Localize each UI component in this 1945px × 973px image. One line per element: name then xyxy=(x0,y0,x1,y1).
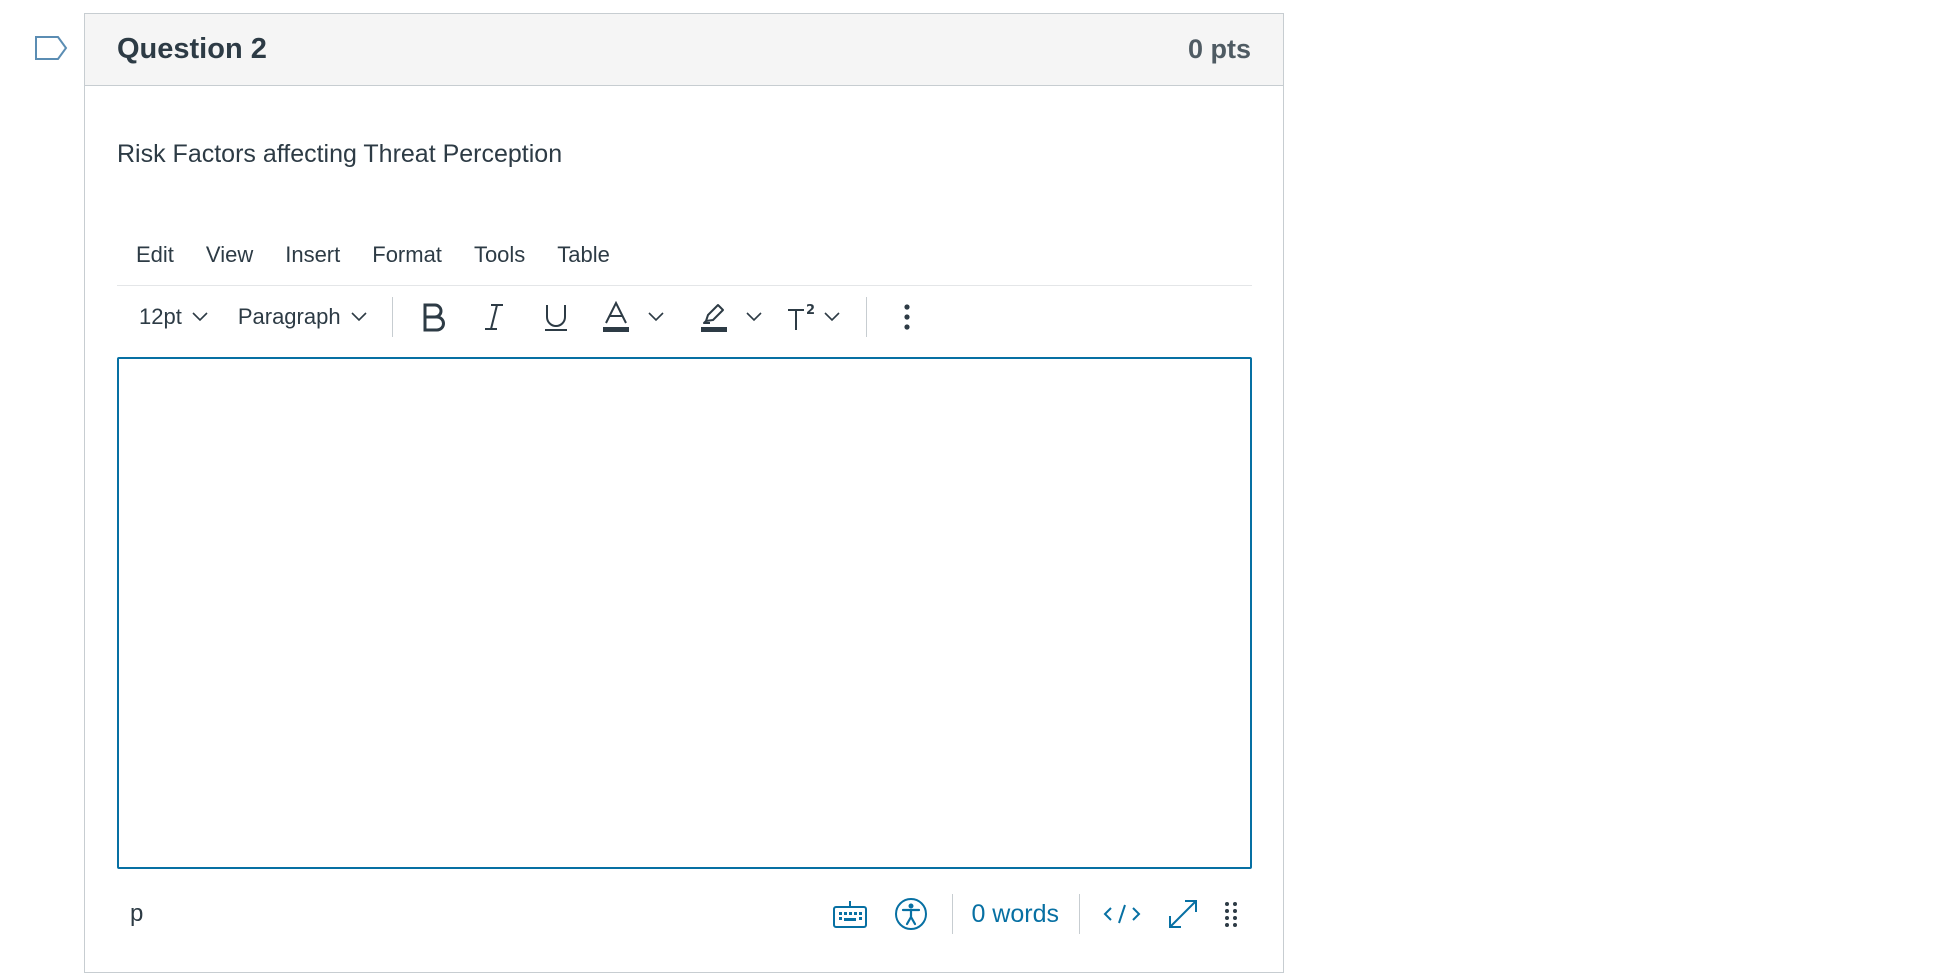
question-header: Question 2 0 pts xyxy=(85,14,1283,86)
fullscreen-icon xyxy=(1169,900,1197,928)
more-button[interactable] xyxy=(903,303,911,331)
statusbar-divider xyxy=(952,894,954,934)
highlight-color-button[interactable] xyxy=(700,301,762,333)
html-code-icon xyxy=(1103,904,1141,924)
question-title: Question 2 xyxy=(117,33,267,65)
text-color-icon xyxy=(602,301,629,332)
underline-icon xyxy=(544,305,567,331)
text-color-button[interactable] xyxy=(602,301,664,333)
keyboard-shortcuts-button[interactable] xyxy=(832,899,868,929)
fullscreen-button[interactable] xyxy=(1166,897,1200,931)
menu-view[interactable]: View xyxy=(193,242,266,268)
keyboard-icon xyxy=(833,901,868,928)
toolbar-divider xyxy=(865,297,867,337)
chevron-down-icon xyxy=(351,312,367,322)
rich-text-editor[interactable] xyxy=(117,357,1252,869)
superscript-button[interactable]: 2 xyxy=(786,302,840,332)
element-path[interactable]: p xyxy=(130,900,143,928)
superscript-icon: 2 xyxy=(787,303,815,330)
flag-outline-icon[interactable] xyxy=(34,35,68,61)
font-size-dropdown[interactable]: 12pt xyxy=(139,304,208,330)
more-icon xyxy=(903,304,910,330)
highlight-color-icon xyxy=(700,304,727,332)
italic-icon xyxy=(484,304,503,330)
resize-handle[interactable] xyxy=(1224,900,1238,928)
bold-icon xyxy=(423,303,445,332)
question-card: Question 2 0 pts Risk Factors affecting … xyxy=(84,13,1284,973)
question-text: Risk Factors affecting Threat Perception xyxy=(117,140,563,168)
menu-tools[interactable]: Tools xyxy=(461,242,538,268)
italic-button[interactable] xyxy=(482,302,506,332)
chevron-down-icon[interactable] xyxy=(824,312,840,322)
chevron-down-icon[interactable] xyxy=(746,312,762,322)
svg-text:2: 2 xyxy=(806,303,815,318)
block-format-value: Paragraph xyxy=(237,304,341,329)
accessibility-checker-button[interactable] xyxy=(894,897,928,931)
menu-format[interactable]: Format xyxy=(359,242,455,268)
resize-handle-icon xyxy=(1225,902,1237,927)
editor-toolbar: 12pt Paragraph 2 xyxy=(117,286,1252,348)
chevron-down-icon[interactable] xyxy=(648,312,664,322)
statusbar-divider xyxy=(1079,894,1080,934)
menu-edit[interactable]: Edit xyxy=(123,242,187,268)
editor-menubar: Edit View Insert Format Tools Table xyxy=(117,225,1252,286)
editor-statusbar: p 0 words xyxy=(117,884,1252,944)
accessibility-icon xyxy=(895,898,928,930)
underline-button[interactable] xyxy=(543,302,569,332)
statusbar-actions: 0 words xyxy=(832,884,1252,944)
chevron-down-icon xyxy=(192,312,208,322)
menu-table[interactable]: Table xyxy=(544,242,623,268)
toolbar-divider xyxy=(391,297,393,337)
block-format-dropdown[interactable]: Paragraph xyxy=(238,304,367,330)
menu-insert[interactable]: Insert xyxy=(272,242,353,268)
font-size-value: 12pt xyxy=(139,304,182,329)
html-editor-button[interactable] xyxy=(1102,902,1142,926)
question-points: 0 pts xyxy=(1187,34,1251,64)
word-count[interactable]: 0 words xyxy=(971,900,1059,929)
bold-button[interactable] xyxy=(421,302,447,332)
